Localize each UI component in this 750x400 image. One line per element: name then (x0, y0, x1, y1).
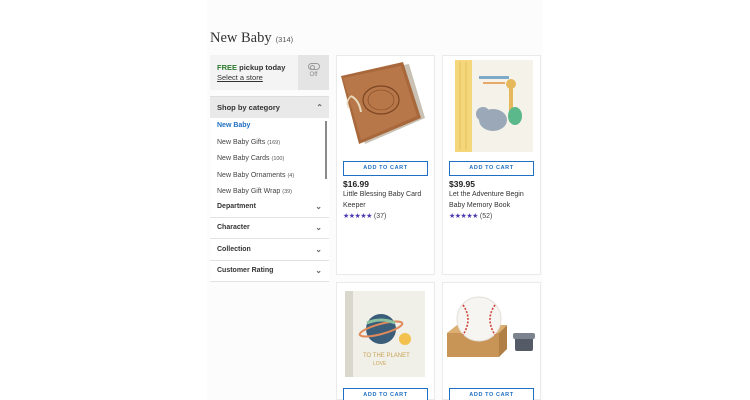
product-card: TO THE PLANET LOVE ADD TO CART (336, 282, 435, 400)
add-to-cart-button[interactable]: ADD TO CART (449, 161, 534, 176)
review-count: (37) (373, 213, 387, 220)
pickup-text: FREE pickup today Select a store (217, 63, 285, 83)
product-price: $16.99 (343, 179, 369, 189)
category-item[interactable]: New Baby Ornaments (4) (210, 168, 329, 185)
category-item[interactable]: New Baby Cards (100) (210, 151, 329, 168)
category-list: New Baby New Baby Gifts (169) New Baby C… (210, 118, 329, 196)
shop-by-category-header[interactable]: Shop by category ⌃ (210, 96, 329, 118)
chevron-down-icon: ⌄ (315, 201, 322, 211)
svg-text:LOVE: LOVE (373, 361, 387, 367)
toggle-icon (307, 63, 320, 70)
facet-label: Customer Rating (217, 267, 274, 275)
category-item[interactable]: New Baby Gifts (169) (210, 135, 329, 152)
pickup-panel: FREE pickup today Select a store Off (210, 55, 329, 90)
chevron-up-icon: ⌃ (316, 103, 323, 112)
chevron-down-icon: ⌄ (315, 244, 322, 254)
category-label: New Baby Gift Wrap (217, 188, 281, 195)
category-label: New Baby (217, 122, 251, 129)
add-to-cart-button[interactable]: ADD TO CART (343, 388, 428, 400)
category-header-label: Shop by category (217, 103, 280, 112)
facet-collection[interactable]: Collection ⌄ (210, 239, 329, 261)
star-icons: ★★★★★ (343, 213, 372, 220)
free-label: FREE (217, 63, 238, 72)
rating-stars: ★★★★★ (37) (343, 212, 386, 220)
product-card: ADD TO CART $39.95 Let the Adventure Beg… (442, 55, 541, 275)
category-count: (39) (282, 189, 293, 195)
filter-sidebar: FREE pickup today Select a store Off Sho… (210, 55, 329, 282)
category-item[interactable]: New Baby Gift Wrap (39) (210, 184, 329, 196)
memory-book-image (455, 60, 533, 152)
category-scrollbar[interactable] (325, 121, 327, 179)
product-image[interactable] (337, 56, 434, 156)
page-header: New Baby (314) (210, 30, 293, 47)
card-keeper-image (341, 62, 425, 144)
product-price: $39.95 (449, 179, 475, 189)
category-count: (169) (267, 139, 281, 146)
page-title: New Baby (210, 30, 272, 46)
baseball-keepsake-image (447, 296, 535, 357)
product-image[interactable]: TO THE PLANET LOVE (337, 283, 434, 383)
pickup-label: pickup today (239, 63, 286, 72)
category-label: New Baby Cards (217, 155, 270, 162)
product-image[interactable] (443, 283, 540, 383)
category-label: New Baby Gifts (217, 138, 266, 146)
add-to-cart-button[interactable]: ADD TO CART (343, 161, 428, 176)
facet-department[interactable]: Department ⌄ (210, 196, 329, 218)
category-label: New Baby Ornaments (217, 171, 286, 179)
facet-label: Department (217, 202, 256, 210)
product-card: ADD TO CART (442, 282, 541, 400)
add-to-cart-button[interactable]: ADD TO CART (449, 388, 534, 400)
svg-text:TO THE PLANET: TO THE PLANET (363, 353, 410, 359)
facet-character[interactable]: Character ⌄ (210, 217, 329, 239)
review-count: (52) (479, 213, 493, 220)
select-store-link[interactable]: Select a store (217, 73, 285, 83)
facet-customer-rating[interactable]: Customer Rating ⌄ (210, 260, 329, 282)
chevron-down-icon: ⌄ (315, 223, 322, 233)
product-card: ADD TO CART $16.99 Little Blessing Baby … (336, 55, 435, 275)
product-name[interactable]: Let the Adventure Begin Baby Memory Book (449, 190, 539, 211)
toggle-label: Off (309, 72, 318, 78)
product-image[interactable] (443, 56, 540, 156)
rating-stars: ★★★★★ (52) (449, 212, 492, 220)
planet-book-image: TO THE PLANET LOVE (345, 291, 425, 377)
pickup-toggle[interactable]: Off (298, 55, 329, 90)
category-count: (100) (271, 156, 285, 162)
result-count: (314) (275, 35, 294, 44)
category-count: (4) (287, 172, 295, 179)
star-icons: ★★★★★ (449, 213, 478, 220)
chevron-down-icon: ⌄ (315, 266, 322, 276)
product-name[interactable]: Little Blessing Baby Card Keeper (343, 190, 433, 211)
category-item[interactable]: New Baby (210, 118, 329, 135)
facet-label: Character (217, 224, 250, 232)
facet-label: Collection (217, 245, 251, 253)
